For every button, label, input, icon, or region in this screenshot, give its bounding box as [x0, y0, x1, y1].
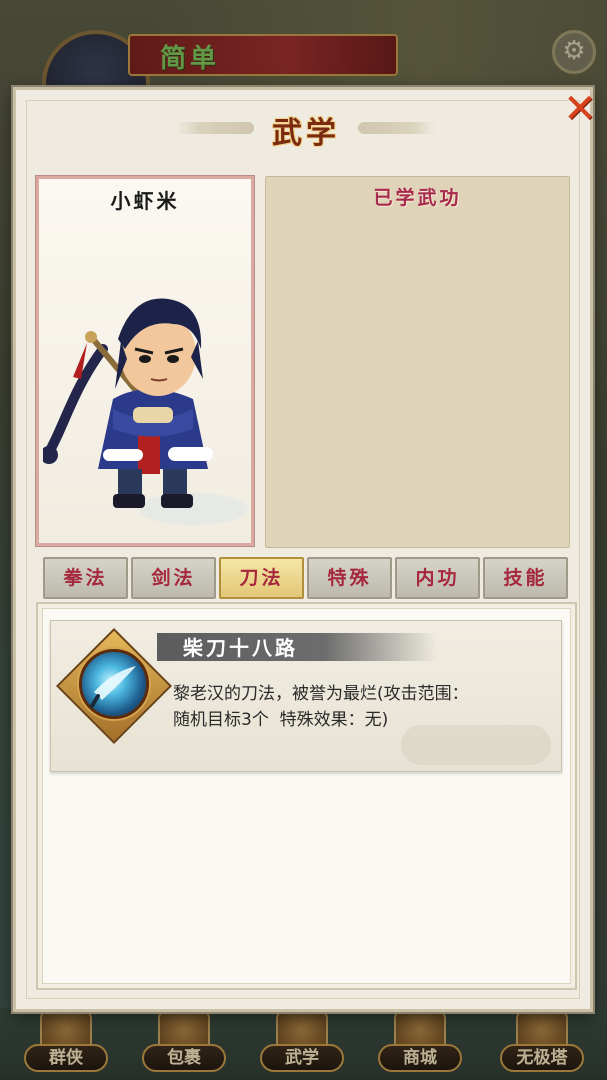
cloud-swirl-right [358, 122, 436, 134]
tab-abilities[interactable]: 技能 [483, 557, 568, 599]
dialog-title: 武学 [272, 116, 340, 151]
skill-description-line: 随机目标3个 特殊效果：无) [173, 710, 389, 730]
skill-name: 柴刀十八路 [183, 636, 298, 660]
hero-card[interactable]: 小虾米 [36, 176, 254, 546]
skill-list-item[interactable]: 柴刀十八路 黎老汉的刀法，被誉为最烂(攻击范围： 随机目标3个 特殊效果：无) [50, 620, 562, 772]
tab-blade[interactable]: 刀法 [219, 557, 304, 599]
martial-arts-dialog: 武学 ✕ 小虾米 已学武功 拳法 剑法 刀法 特殊 内功 技能 柴刀十八路 黎老… [13, 87, 597, 1012]
learned-skills-title: 已学武功 [373, 187, 462, 209]
skill-description: 黎老汉的刀法，被誉为最烂(攻击范围： 随机目标3个 特殊效果：无) [173, 681, 543, 733]
tab-sword[interactable]: 剑法 [131, 557, 216, 599]
blade-glyph [90, 666, 136, 708]
close-icon[interactable]: ✕ [560, 89, 600, 130]
blade-skill-icon[interactable] [79, 649, 149, 719]
hero-name: 小虾米 [110, 189, 180, 213]
hero-portrait [43, 298, 248, 525]
tab-special[interactable]: 特殊 [307, 557, 392, 599]
tab-inner-power[interactable]: 内功 [395, 557, 480, 599]
learned-skills-panel: 已学武功 [265, 176, 570, 548]
tab-fist[interactable]: 拳法 [43, 557, 128, 599]
title-banner: 武学 [176, 108, 436, 151]
skill-description-line: 黎老汉的刀法，被誉为最烂(攻击范围： [173, 684, 469, 704]
skill-list[interactable]: 柴刀十八路 黎老汉的刀法，被誉为最烂(攻击范围： 随机目标3个 特殊效果：无) [36, 602, 577, 990]
skill-category-tabs: 拳法 剑法 刀法 特殊 内功 技能 [43, 557, 570, 599]
